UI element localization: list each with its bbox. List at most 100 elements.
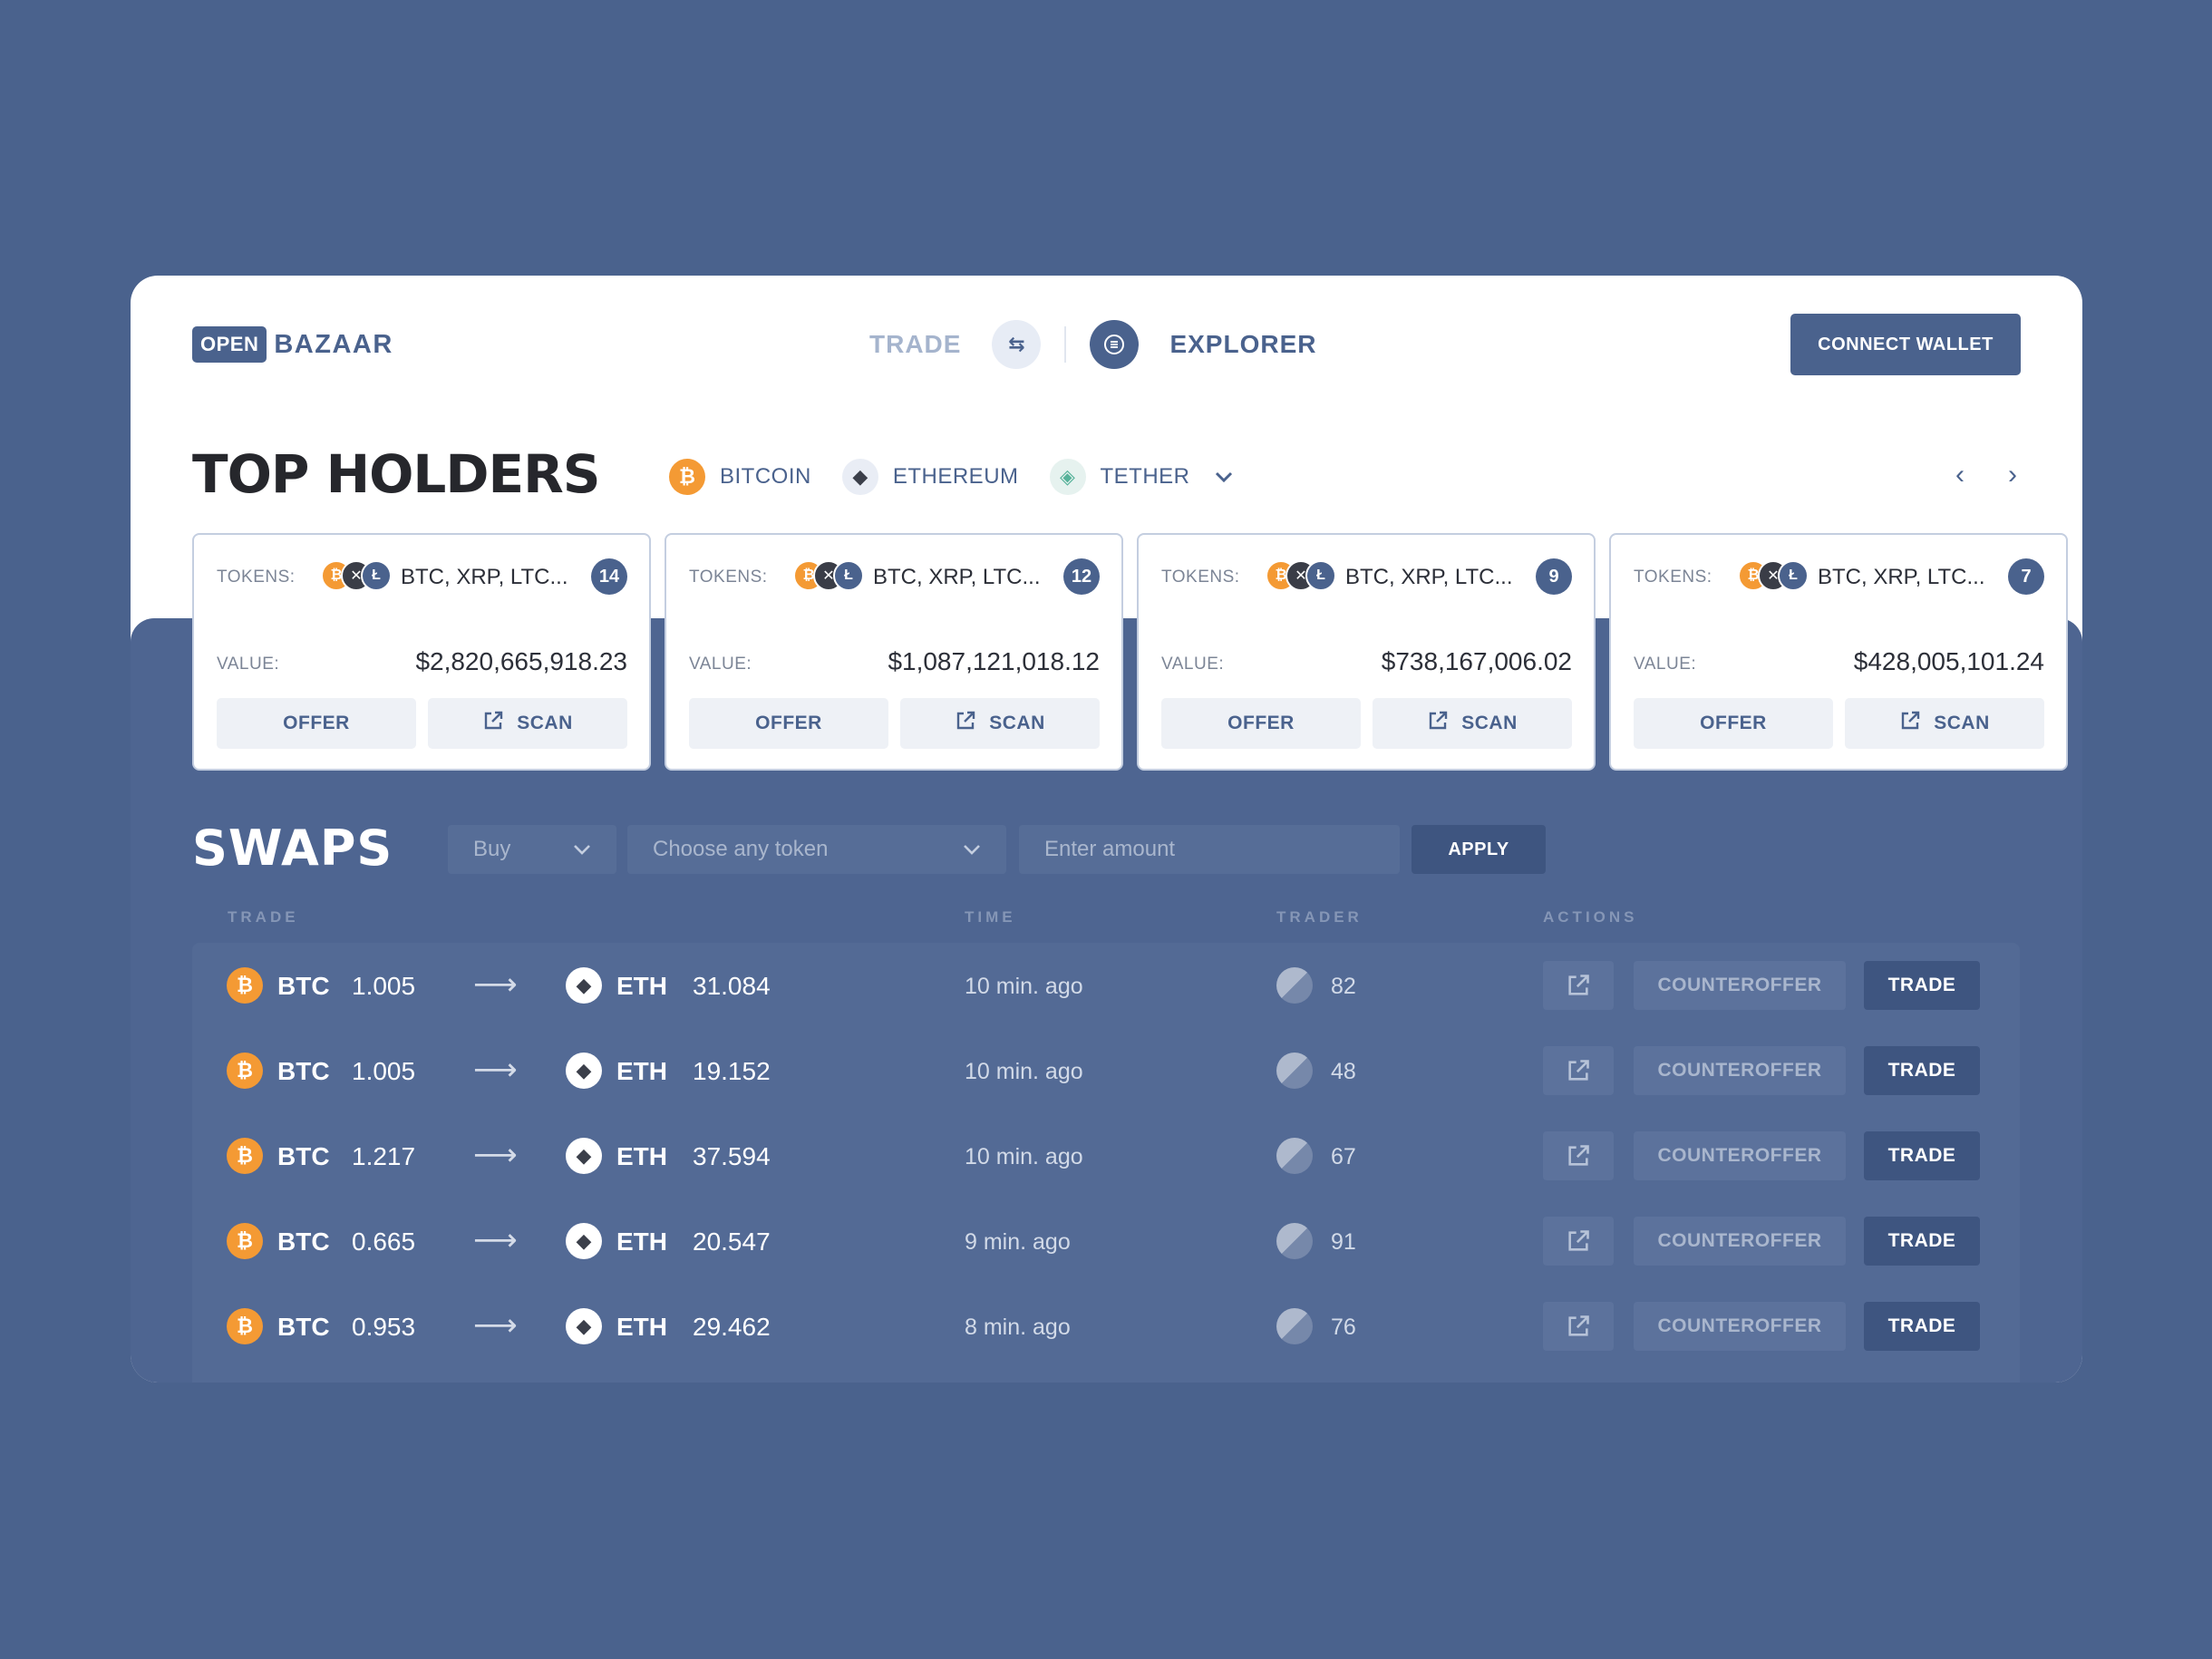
token-select-placeholder: Choose any token xyxy=(653,837,829,861)
trade-time: 8 min. ago xyxy=(965,1315,1071,1340)
nav-trade[interactable]: TRADE xyxy=(869,330,961,359)
trader-avatar xyxy=(1276,1308,1313,1344)
counteroffer-button[interactable]: COUNTEROFFER xyxy=(1634,1302,1846,1351)
amount-input[interactable]: Enter amount xyxy=(1019,825,1400,874)
token-select[interactable]: Choose any token xyxy=(627,825,1006,874)
logo-box: OPEN xyxy=(192,326,267,363)
holder-card: TOKENS: ₿ ✕ Ł BTC, XRP, LTC... 9 VALUE: … xyxy=(1137,533,1596,771)
filter-bitcoin[interactable]: ₿ BITCOIN xyxy=(669,459,811,495)
filter-tether[interactable]: ◈ TETHER xyxy=(1049,459,1190,495)
external-link-icon xyxy=(482,710,504,737)
trade-button[interactable]: TRADE xyxy=(1864,1217,1980,1266)
token-count-badge: 12 xyxy=(1063,558,1100,595)
nav-explorer[interactable]: EXPLORER xyxy=(1169,330,1316,359)
external-link-button[interactable] xyxy=(1543,1131,1614,1180)
trade-button[interactable]: TRADE xyxy=(1864,1046,1980,1095)
to-amount: 31.084 xyxy=(693,972,771,1000)
to-symbol: ETH xyxy=(616,1313,667,1341)
filter-label: TETHER xyxy=(1100,464,1190,489)
logo-text: BAZAAR xyxy=(274,329,393,359)
external-link-icon xyxy=(955,710,976,737)
column-header-trader: TRADER xyxy=(1276,908,1363,926)
trade-button[interactable]: TRADE xyxy=(1864,1131,1980,1180)
scan-button[interactable]: SCAN xyxy=(428,698,627,749)
table-row: ₿ BTC 1.005 ⟶ ◆ ETH 31.084 10 min. ago 8… xyxy=(192,943,2020,1028)
ethereum-icon: ◆ xyxy=(566,1053,602,1089)
tokens-list: BTC, XRP, LTC... xyxy=(401,565,568,589)
bitcoin-icon: ₿ xyxy=(227,967,263,1004)
logo[interactable]: OPEN BAZAAR xyxy=(192,326,393,363)
token-count-badge: 9 xyxy=(1536,558,1572,595)
chevron-down-icon xyxy=(573,839,591,860)
holder-card: TOKENS: ₿ ✕ Ł BTC, XRP, LTC... 14 VALUE:… xyxy=(192,533,651,771)
app-window: OPEN BAZAAR TRADE ⇆ EXPLORER CONNECT WAL… xyxy=(131,276,2082,1382)
external-link-button[interactable] xyxy=(1543,1302,1614,1351)
token-count-badge: 7 xyxy=(2008,558,2044,595)
trade-button[interactable]: TRADE xyxy=(1864,961,1980,1010)
swaps-title: SWAPS xyxy=(192,820,393,877)
column-header-actions: ACTIONS xyxy=(1543,908,1638,926)
external-link-icon xyxy=(1568,1230,1589,1251)
token-icon-stack: ₿ ✕ Ł xyxy=(1738,560,1809,593)
counteroffer-button[interactable]: COUNTEROFFER xyxy=(1634,961,1846,1010)
table-row: ₿ BTC 1.217 ⟶ ◆ ETH 37.594 10 min. ago 6… xyxy=(192,1113,2020,1198)
buy-select-value: Buy xyxy=(473,837,511,861)
litecoin-icon: Ł xyxy=(1305,560,1336,591)
arrow-right-icon: ⟶ xyxy=(473,1138,518,1172)
trade-button[interactable]: TRADE xyxy=(1864,1302,1980,1351)
litecoin-icon: Ł xyxy=(833,560,864,591)
value-label: VALUE: xyxy=(1161,655,1225,674)
external-link-button[interactable] xyxy=(1543,961,1614,1010)
column-header-time: TIME xyxy=(965,908,1016,926)
token-count-badge: 14 xyxy=(591,558,627,595)
bitcoin-icon: ₿ xyxy=(227,1223,263,1259)
external-link-button[interactable] xyxy=(1543,1217,1614,1266)
connect-wallet-button[interactable]: CONNECT WALLET xyxy=(1790,314,2021,375)
offer-button[interactable]: OFFER xyxy=(217,698,416,749)
apply-button[interactable]: APPLY xyxy=(1412,825,1546,874)
chevron-left-icon[interactable]: ‹ xyxy=(1942,457,1978,493)
to-amount: 29.462 xyxy=(693,1313,771,1341)
ethereum-icon: ◆ xyxy=(566,1308,602,1344)
value-label: VALUE: xyxy=(689,655,752,674)
counteroffer-button[interactable]: COUNTEROFFER xyxy=(1634,1046,1846,1095)
holders-pager: ‹ › xyxy=(1926,457,2031,493)
trader-id: 76 xyxy=(1331,1315,1356,1340)
buy-select[interactable]: Buy xyxy=(448,825,616,874)
scan-button[interactable]: SCAN xyxy=(900,698,1100,749)
scan-button[interactable]: SCAN xyxy=(1373,698,1572,749)
from-amount: 1.217 xyxy=(352,1142,416,1170)
to-amount: 37.594 xyxy=(693,1142,771,1170)
to-symbol: ETH xyxy=(616,1057,667,1085)
top-holders-title: TOP HOLDERS xyxy=(192,443,601,505)
offer-button[interactable]: OFFER xyxy=(1634,698,1833,749)
scan-label: SCAN xyxy=(1934,713,1990,733)
swap-arrows-icon[interactable]: ⇆ xyxy=(992,320,1042,369)
offer-button[interactable]: OFFER xyxy=(1161,698,1361,749)
chevron-down-icon[interactable] xyxy=(1214,465,1234,489)
external-link-button[interactable] xyxy=(1543,1046,1614,1095)
holder-value: $1,087,121,018.12 xyxy=(888,647,1100,675)
list-icon[interactable] xyxy=(1090,320,1140,369)
bitcoin-icon: ₿ xyxy=(227,1138,263,1174)
arrow-right-icon: ⟶ xyxy=(473,1308,518,1343)
chevron-right-icon[interactable]: › xyxy=(1994,457,2031,493)
filter-ethereum[interactable]: ◆ ETHEREUM xyxy=(841,459,1019,495)
external-link-icon xyxy=(1427,710,1449,737)
counteroffer-button[interactable]: COUNTEROFFER xyxy=(1634,1131,1846,1180)
ethereum-icon: ◆ xyxy=(566,967,602,1004)
scan-button[interactable]: SCAN xyxy=(1845,698,2044,749)
tokens-label: TOKENS: xyxy=(217,568,296,587)
trader-avatar xyxy=(1276,1223,1313,1259)
coin-filters: ₿ BITCOIN ◆ ETHEREUM ◈ TETHER xyxy=(669,457,1234,497)
value-label: VALUE: xyxy=(217,655,280,674)
counteroffer-button[interactable]: COUNTEROFFER xyxy=(1634,1217,1846,1266)
trade-time: 10 min. ago xyxy=(965,974,1083,999)
scan-label: SCAN xyxy=(1461,713,1518,733)
filter-label: ETHEREUM xyxy=(892,464,1019,489)
table-row: ₿ BTC 1.005 ⟶ ◆ ETH 19.152 10 min. ago 4… xyxy=(192,1028,2020,1113)
offer-button[interactable]: OFFER xyxy=(689,698,888,749)
from-symbol: BTC xyxy=(277,1057,330,1085)
tether-icon: ◈ xyxy=(1049,459,1086,495)
tokens-label: TOKENS: xyxy=(1161,568,1240,587)
